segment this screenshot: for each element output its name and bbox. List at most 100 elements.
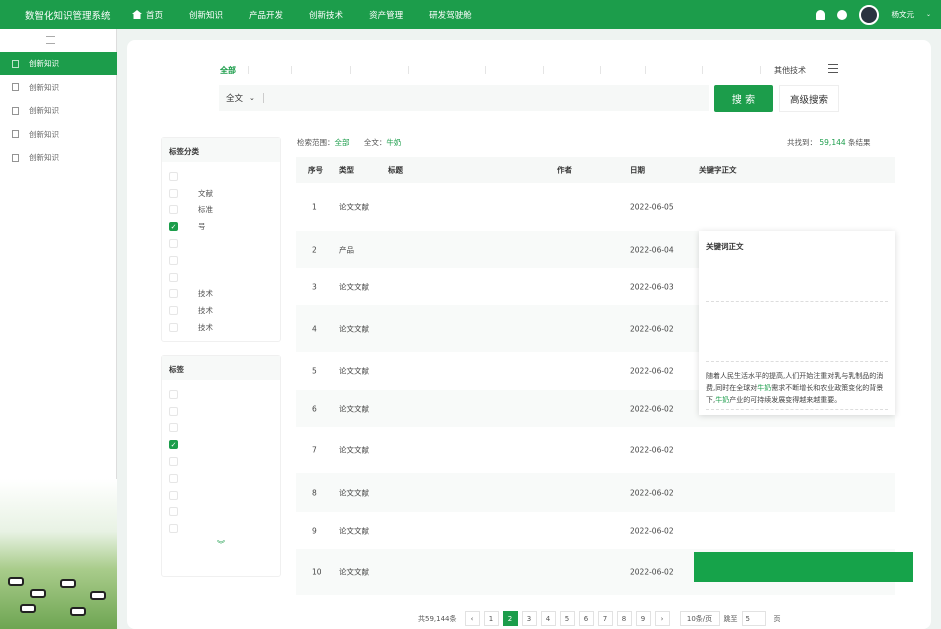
advanced-search-button[interactable]: 高级搜索 [779,85,839,112]
row-type: 论文文献 [339,567,369,577]
search-button[interactable]: 搜 索 [714,85,773,112]
sidebar-item[interactable]: 创新知识 [0,76,117,99]
filter-title: 标签分类 [162,138,280,162]
page-4-button[interactable]: 4 [540,611,556,626]
chevron-down-icon[interactable]: ⌄ [249,94,255,102]
checkbox[interactable] [169,524,178,534]
row-date: 2022-06-02 [630,445,674,455]
checkbox[interactable] [169,272,178,282]
tag-option[interactable] [162,470,280,487]
page-size-select[interactable]: 10条/页 [679,611,720,626]
checkbox[interactable] [169,323,178,333]
tag-option[interactable] [162,487,280,504]
expand-more-icon[interactable]: ︾ [162,539,280,550]
row-date: 2022-06-02 [630,488,674,497]
message-icon[interactable] [837,9,848,20]
filter-option[interactable]: 技术 [162,286,280,303]
page-1-button[interactable]: 1 [483,611,499,626]
filter-option[interactable]: 标准 [162,202,280,219]
nav-innovation-knowledge[interactable]: 创新知识 [189,9,223,21]
tag-option[interactable] [162,386,280,403]
nav-home[interactable]: 首页 [132,9,163,21]
page-5-button[interactable]: 5 [559,611,575,626]
chevron-down-icon[interactable]: ⌄ [926,11,931,18]
checkbox[interactable] [169,255,178,265]
filter-label: 技术 [198,306,213,316]
filter-option[interactable] [162,252,280,269]
row-index: 7 [312,445,317,455]
table-row[interactable]: 8 论文文献 2022-06-02 [296,473,895,512]
app-title: 数智化知识管理系统 [25,10,111,22]
tag-option[interactable] [162,453,280,470]
checkbox[interactable] [169,473,178,483]
tab-all[interactable]: 全部 [220,65,236,76]
main-menu: 首页 创新知识 产品开发 创新技术 资产管理 研发驾驶舱 [132,9,498,21]
sidebar-item[interactable]: 创新知识 [0,52,117,75]
next-page-button[interactable]: › [654,611,670,626]
checkbox[interactable] [169,457,178,467]
scope-select[interactable]: 全文 [226,92,243,104]
row-date: 2022-06-02 [630,324,674,333]
nav-innovation-tech[interactable]: 创新技术 [309,9,343,21]
filter-option[interactable]: ✓ 号 [162,218,280,235]
page-7-button[interactable]: 7 [597,611,613,626]
sidebar-item[interactable]: 创新知识 [0,123,117,146]
tag-option[interactable] [162,403,280,420]
checkbox[interactable] [169,188,178,198]
checkbox[interactable]: ✓ [169,440,178,450]
goto-input[interactable]: 5 [741,611,766,626]
filter-label: 标准 [198,205,213,215]
checkbox[interactable] [169,171,178,181]
nav-assets[interactable]: 资产管理 [369,9,403,21]
menu-icon[interactable] [828,64,838,73]
nav-product-dev[interactable]: 产品开发 [249,9,283,21]
filter-option[interactable]: 文献 [162,185,280,202]
checkbox[interactable] [169,423,178,433]
page-8-button[interactable]: 8 [616,611,632,626]
collapse-icon[interactable] [46,36,55,44]
search-input[interactable]: 全文 ⌄ [219,85,709,111]
checkbox[interactable] [169,239,178,249]
checkbox[interactable] [169,205,178,215]
page-2-button[interactable]: 2 [502,611,518,626]
user-name[interactable]: 杨文元 [891,9,914,20]
tag-panel: 标签 ✓ ︾ [161,355,281,577]
checkbox[interactable] [169,289,178,299]
tab-other-tech[interactable]: 其他技术 [774,65,806,76]
row-index: 5 [312,366,317,376]
sidebar-item-label: 创新知识 [29,82,59,92]
filter-option[interactable]: 技术 [162,319,280,336]
checkbox[interactable] [169,406,178,416]
row-type: 论文文献 [339,404,369,413]
table-row[interactable]: 1 论文文献 2022-06-05 [296,183,895,231]
page-6-button[interactable]: 6 [578,611,594,626]
table-row[interactable]: 9 论文文献 2022-06-02 [296,512,895,549]
sidebar-item-label: 创新知识 [29,59,59,68]
tag-option[interactable]: ✓ [162,436,280,453]
prev-page-button[interactable]: ‹ [464,611,480,626]
bell-icon[interactable] [816,9,826,20]
checkbox[interactable] [169,490,178,500]
nav-cockpit[interactable]: 研发驾驶舱 [429,9,472,21]
filter-option[interactable] [162,168,280,185]
avatar[interactable] [859,4,880,25]
checkbox[interactable] [169,507,178,517]
page-9-button[interactable]: 9 [635,611,651,626]
tag-option[interactable] [162,420,280,437]
filter-option[interactable]: 技术 [162,302,280,319]
sidebar-item[interactable]: 创新知识 [0,146,117,169]
table-row[interactable]: 7 论文文献 2022-06-02 [296,427,895,473]
sidebar-item[interactable]: 创新知识 [0,99,117,122]
checkbox[interactable] [169,306,178,316]
row-index: 4 [312,324,317,333]
tag-option[interactable] [162,504,280,521]
document-icon [12,153,19,162]
checkbox[interactable] [169,389,178,399]
checkbox[interactable]: ✓ [169,222,178,232]
page-3-button[interactable]: 3 [521,611,537,626]
filter-option[interactable] [162,269,280,286]
tag-option[interactable] [162,520,280,537]
filter-label: 技术 [198,323,213,333]
filter-option[interactable] [162,235,280,252]
document-icon [12,59,19,68]
